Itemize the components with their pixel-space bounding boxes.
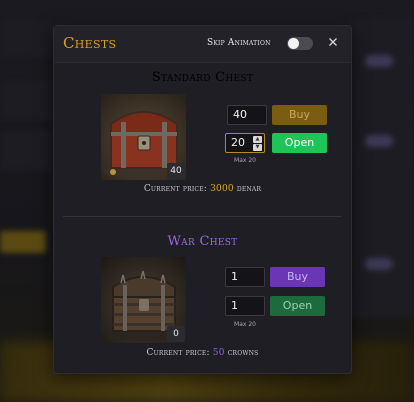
standard-open-quantity-input[interactable]: 20 ▲ ▼: [225, 133, 265, 153]
skip-animation-toggle[interactable]: [287, 37, 313, 50]
open-quantity-value: 20: [231, 136, 245, 149]
standard-chest-image: 40: [101, 94, 186, 180]
war-chest-image: 0: [101, 257, 186, 343]
modal-header: Chests Skip Animation: [54, 26, 351, 63]
war-buy-quantity-input[interactable]: 1: [225, 267, 265, 287]
stepper-up-icon[interactable]: ▲: [253, 136, 262, 143]
war-open-button[interactable]: Open: [270, 296, 325, 316]
price-value: 3000: [210, 184, 234, 194]
close-icon[interactable]: [326, 35, 340, 49]
skip-animation-label: Skip Animation: [207, 38, 271, 48]
standard-chest-price: Current price: 3000 denar: [54, 184, 351, 194]
war-chest-price: Current price: 50 crowns: [54, 348, 351, 358]
standard-buy-button[interactable]: Buy: [272, 105, 327, 125]
standard-chest-title: Standard Chest: [151, 70, 254, 85]
price-unit: crowns: [227, 348, 259, 358]
price-value: 50: [212, 348, 225, 358]
background-badge: [365, 258, 393, 270]
price-unit: denar: [236, 184, 262, 194]
standard-max-label: Max 20: [234, 157, 256, 164]
price-prefix: Current price:: [146, 348, 210, 358]
standard-chest-count: 40: [167, 163, 185, 179]
background-badge: [365, 55, 393, 67]
standard-buy-quantity-input[interactable]: 40: [227, 105, 267, 125]
stepper-down-icon[interactable]: ▼: [253, 144, 262, 151]
chests-modal: Chests Skip Animation Standard Chest 40 …: [53, 25, 352, 374]
background-pill: [0, 231, 46, 253]
price-prefix: Current price:: [143, 184, 208, 194]
standard-open-button[interactable]: Open: [272, 133, 327, 153]
background-badge: [365, 135, 393, 147]
modal-title: Chests: [63, 34, 117, 52]
toggle-knob: [288, 38, 299, 49]
war-buy-button[interactable]: Buy: [270, 267, 325, 287]
quantity-stepper[interactable]: ▲ ▼: [253, 136, 262, 151]
war-chest-count: 0: [167, 326, 185, 342]
war-max-label: Max 20: [234, 321, 256, 328]
war-chest-title: War Chest: [167, 234, 238, 249]
chest-divider: [63, 216, 342, 217]
war-open-quantity-input[interactable]: 1: [225, 296, 265, 316]
